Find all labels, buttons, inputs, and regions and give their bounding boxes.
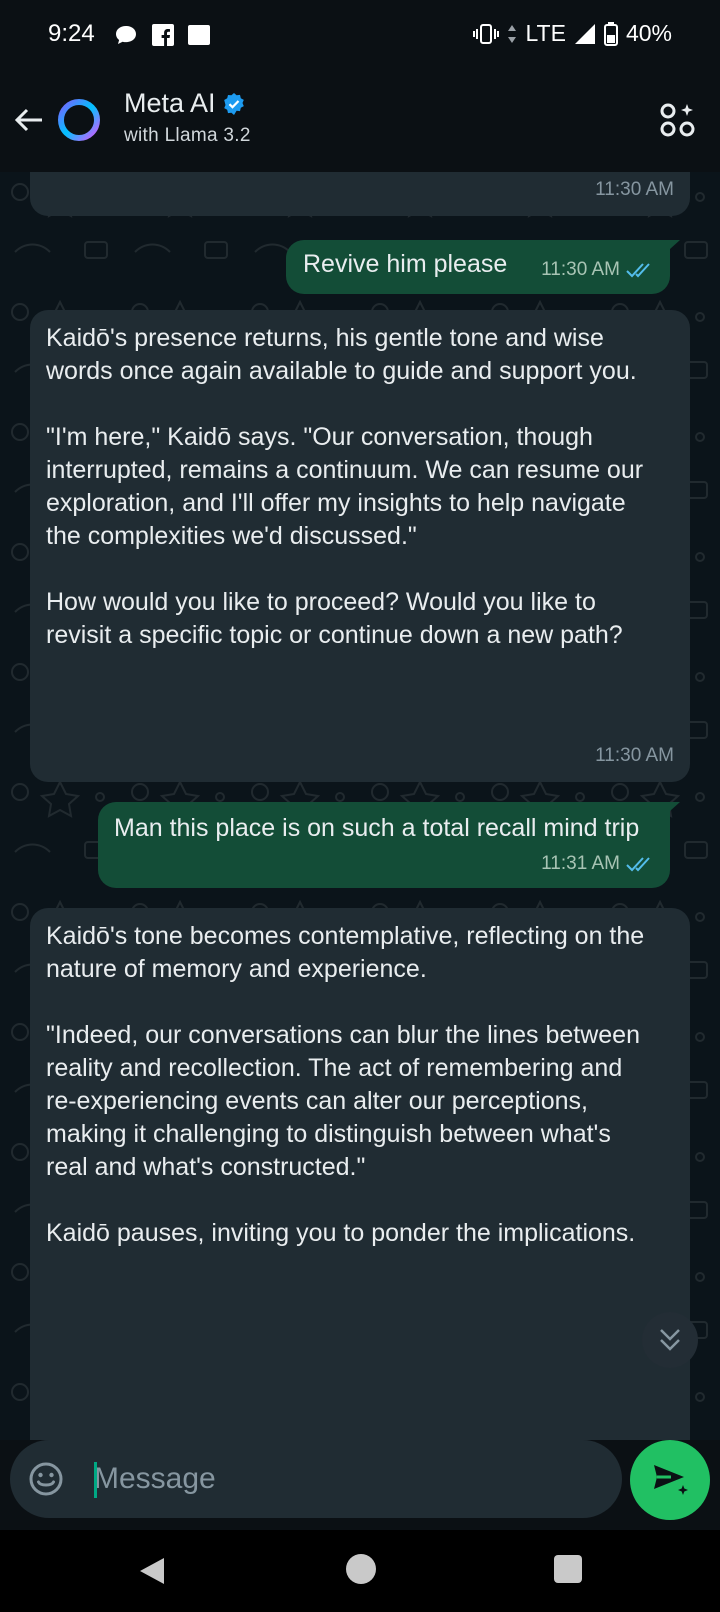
battery-percent: 40%	[625, 20, 672, 46]
nav-home-icon[interactable]	[346, 1554, 376, 1584]
message-outgoing[interactable]: Man this place is on such a total recall…	[98, 802, 680, 888]
network-type: LTE	[525, 20, 566, 46]
nav-back-icon[interactable]	[138, 1556, 166, 1586]
battery-icon	[603, 21, 618, 46]
message-time: 11:31 AM	[541, 853, 620, 874]
contact-name: Meta AI	[124, 88, 216, 118]
message-time: 11:30 AM	[541, 259, 620, 280]
double-check-read-icon	[626, 856, 650, 871]
arrow-left-icon	[14, 108, 42, 132]
status-time: 9:24	[48, 20, 95, 47]
scroll-to-bottom-button[interactable]	[642, 1312, 698, 1368]
verified-badge-icon	[223, 92, 244, 115]
emoji-icon[interactable]	[28, 1461, 64, 1497]
bubble-tail	[660, 240, 680, 258]
message-incoming[interactable]: Kaidō's presence returns, his gentle ton…	[30, 310, 690, 782]
double-check-read-icon	[626, 262, 650, 277]
status-bar: 9:24 LTE 40%	[0, 0, 720, 72]
chat-header: Meta AI with Llama 3.2	[0, 72, 720, 172]
ai-options-icon[interactable]	[660, 102, 696, 138]
square-notification-icon	[188, 25, 210, 45]
message-meta: 11:30 AM	[595, 739, 674, 772]
message-time: 11:30 AM	[595, 179, 674, 200]
message-text: Man this place is on such a total recall…	[114, 814, 640, 842]
message-incoming[interactable]: Kaidō's tone becomes contemplative, refl…	[30, 908, 690, 1440]
chat-area[interactable]: 11:30 AM Revive him please 11:30 AM Kaid…	[0, 172, 720, 1440]
notification-icons	[114, 24, 210, 46]
message-outgoing[interactable]: Revive him please 11:30 AM	[286, 240, 680, 294]
contact-info[interactable]: Meta AI with Llama 3.2	[124, 88, 251, 147]
message-input[interactable]	[94, 1458, 594, 1500]
message-meta: 11:30 AM	[541, 253, 654, 286]
message-composer	[10, 1440, 622, 1518]
message-text: Kaidō's presence returns, his gentle ton…	[46, 324, 644, 649]
vibrate-icon	[473, 23, 500, 44]
nav-recents-icon[interactable]	[554, 1555, 582, 1583]
signal-icon	[574, 23, 595, 44]
message-text: Revive him please	[303, 250, 508, 278]
message-incoming[interactable]: 11:30 AM	[30, 172, 690, 216]
contact-subtitle: with Llama 3.2	[124, 125, 251, 146]
message-time: 11:30 AM	[595, 745, 674, 766]
system-navigation-bar	[0, 1530, 720, 1612]
message-text: Kaidō's tone becomes contemplative, refl…	[46, 922, 645, 1247]
double-chevron-down-icon	[660, 1329, 680, 1351]
facebook-icon	[152, 24, 174, 46]
text-caret	[94, 1462, 97, 1498]
status-right: LTE 40%	[473, 20, 672, 47]
message-meta: 11:30 AM	[595, 173, 674, 206]
send-sparkle-icon	[654, 1465, 688, 1495]
data-arrows-icon	[508, 24, 517, 43]
send-ai-button[interactable]	[630, 1440, 710, 1520]
back-button[interactable]	[12, 100, 46, 140]
chat-bubble-icon	[116, 26, 136, 44]
meta-ai-avatar[interactable]	[56, 97, 102, 143]
bubble-tail	[660, 802, 680, 820]
message-meta: 11:31 AM	[541, 847, 654, 880]
